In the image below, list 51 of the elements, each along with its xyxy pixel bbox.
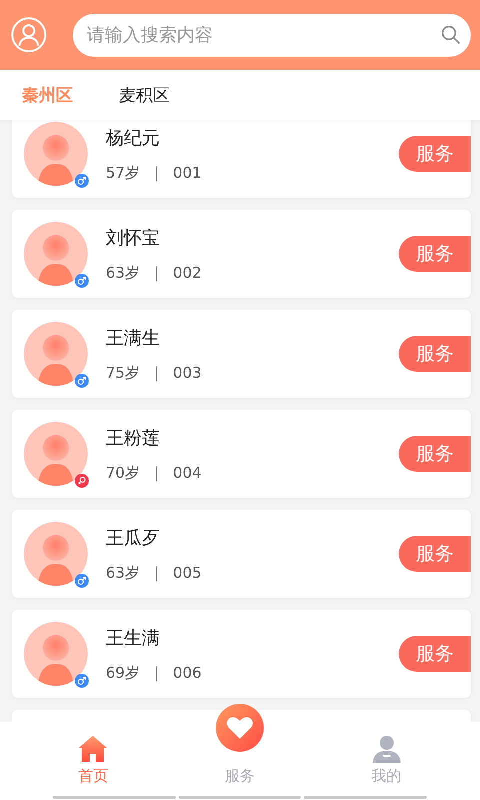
age-text: 75岁	[106, 364, 140, 382]
avatar-icon	[24, 222, 88, 286]
number-text: 003	[173, 364, 202, 382]
person-name: 王生满	[106, 626, 161, 650]
nav-tab[interactable]: 首页	[48, 722, 138, 800]
nav-tab[interactable]: 我的	[342, 722, 432, 800]
person-name: 王满生	[106, 326, 161, 350]
person-card[interactable]: 王满生 75岁 | 003 服务	[12, 310, 471, 398]
age-text: 57岁	[106, 164, 140, 182]
avatar-icon	[24, 522, 88, 586]
district-tab[interactable]: 麦积区	[119, 80, 170, 110]
service-button[interactable]: 服务	[399, 236, 471, 272]
number-text: 002	[173, 264, 202, 282]
avatar-icon	[24, 622, 88, 686]
district-tab[interactable]: 秦州区	[22, 80, 73, 110]
home-icon	[78, 734, 108, 764]
separator-text: |	[154, 464, 160, 482]
separator-text: |	[154, 364, 160, 382]
person-name: 王瓜歹	[106, 526, 161, 550]
search-field[interactable]: 请输入搜索内容	[73, 14, 471, 56]
number-text: 001	[173, 164, 202, 182]
number-text: 006	[173, 664, 202, 682]
service-button[interactable]: 服务	[399, 536, 471, 572]
person-card[interactable]: 王粉莲 70岁 | 004 服务	[12, 410, 471, 498]
number-text: 005	[173, 564, 202, 582]
age-text: 70岁	[106, 464, 140, 482]
avatar-icon	[24, 322, 88, 386]
separator-text: |	[154, 564, 160, 582]
service-button[interactable]: 服务	[399, 636, 471, 672]
separator-text: |	[154, 164, 160, 182]
age-text: 63岁	[106, 264, 140, 282]
number-text: 004	[173, 464, 202, 482]
person-card[interactable]: 杨纪元 57岁 | 001 服务	[12, 120, 471, 198]
person-name: 刘怀宝	[106, 226, 161, 250]
avatar-icon	[24, 122, 88, 186]
person-card[interactable]: 王瓜歹 63岁 | 005 服务	[12, 510, 471, 598]
service-button[interactable]: 服务	[399, 136, 471, 172]
search-icon[interactable]	[441, 24, 461, 44]
service-button[interactable]: 服务	[399, 336, 471, 372]
user-icon[interactable]	[11, 17, 47, 53]
person-card[interactable]: 王生满 69岁 | 006 服务	[12, 610, 471, 698]
person-icon	[372, 734, 402, 764]
separator-text: |	[154, 664, 160, 682]
separator-text: |	[154, 264, 160, 282]
person-name: 杨纪元	[106, 126, 161, 150]
person-name: 王粉莲	[106, 426, 161, 450]
avatar-icon	[24, 422, 88, 486]
person-card[interactable]: 刘怀宝 63岁 | 002 服务	[12, 210, 471, 298]
service-button[interactable]: 服务	[399, 436, 471, 472]
age-text: 63岁	[106, 564, 140, 582]
age-text: 69岁	[106, 664, 140, 682]
